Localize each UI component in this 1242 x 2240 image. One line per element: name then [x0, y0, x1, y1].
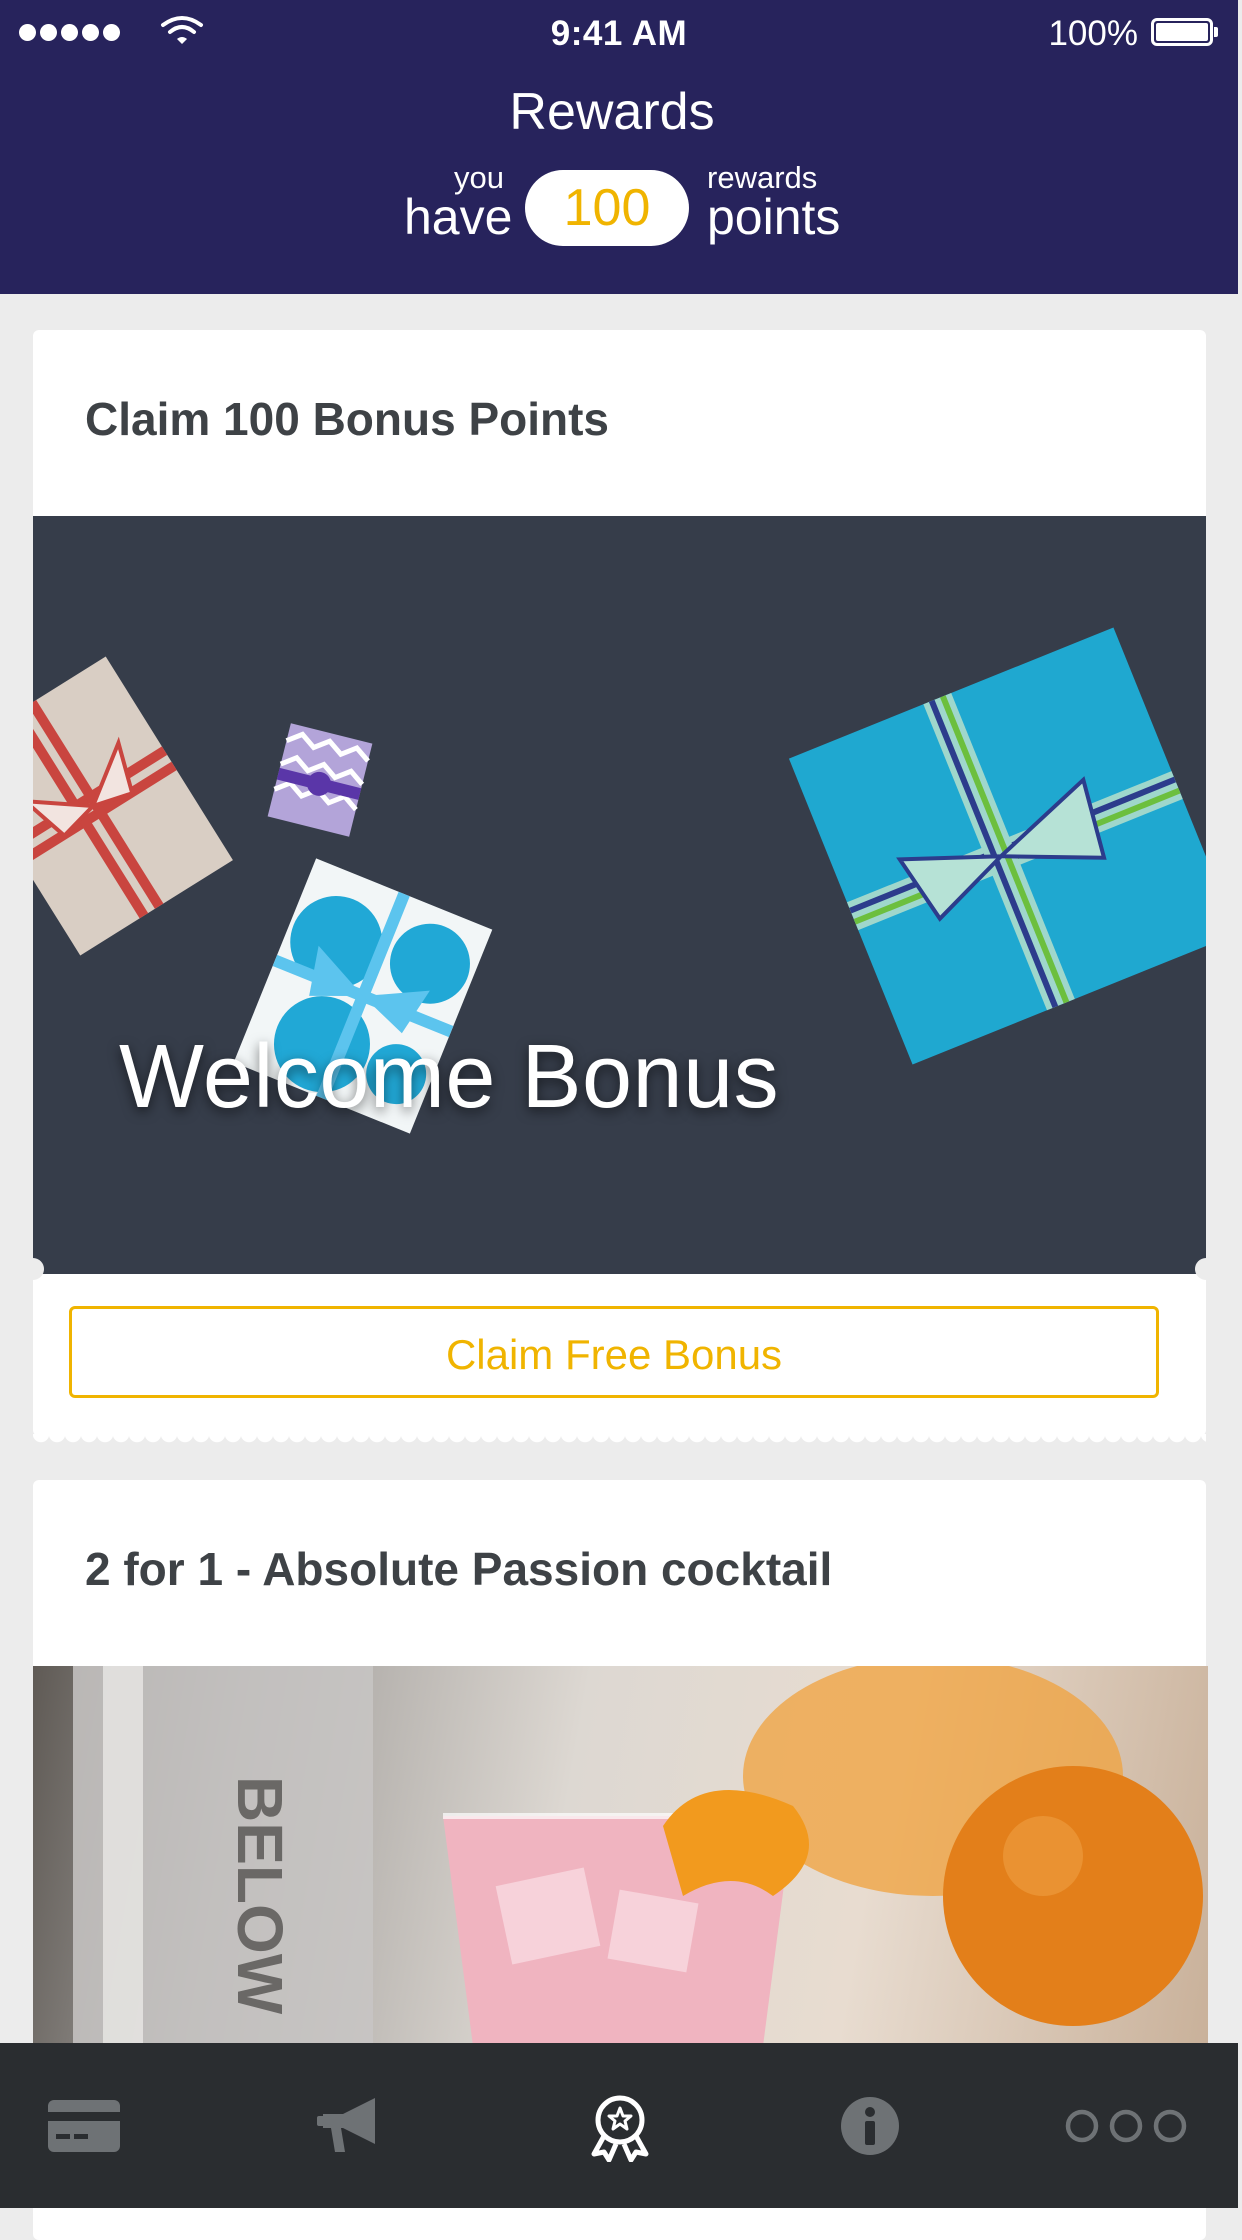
card-title: Claim 100 Bonus Points: [85, 393, 610, 445]
tab-announcements[interactable]: [272, 2043, 432, 2208]
tab-card[interactable]: [4, 2043, 164, 2208]
ticket-notch: [22, 1258, 44, 1280]
more-icon: [1065, 2109, 1187, 2142]
gift-boxes-illustration: [33, 627, 1206, 1134]
points-label: points: [707, 189, 841, 245]
battery-percentage: 100%: [1048, 14, 1138, 53]
status-bar: 9:41 AM 100%: [0, 0, 1238, 66]
tab-info[interactable]: [790, 2043, 950, 2208]
reward-card-welcome-bonus[interactable]: Claim 100 Bonus Points Welcome Bonus Cla…: [22, 330, 1217, 1446]
header: 9:41 AM 100% Rewards you have 100 reward…: [0, 0, 1238, 294]
have-label: have: [404, 189, 513, 245]
card-title: 2 for 1 - Absolute Passion cocktail: [85, 1543, 833, 1595]
tab-rewards[interactable]: [540, 2043, 700, 2208]
welcome-bonus-text: Welcome Bonus: [119, 1027, 780, 1127]
cocktail-photo: BELOW: [73, 1666, 1203, 2046]
welcome-bonus-image: Welcome Bonus: [33, 516, 1206, 1274]
ticket-notch: [1195, 1258, 1217, 1280]
points-balance: 100: [525, 170, 689, 246]
tab-bar: [0, 2043, 1238, 2208]
info-icon: [841, 2096, 899, 2155]
rewards-badge-icon: [591, 2095, 649, 2162]
card-icon: [48, 2099, 120, 2152]
battery-icon: [1151, 18, 1218, 46]
points-suffix: rewards points: [707, 162, 841, 245]
ticket-edge: [33, 1434, 1206, 1446]
points-summary: you have 100 rewards points: [0, 162, 1238, 252]
points-prefix: you have: [404, 162, 513, 245]
claim-free-bonus-button[interactable]: Claim Free Bonus: [69, 1306, 1159, 1398]
page-title: Rewards: [509, 83, 715, 141]
megaphone-icon: [317, 2097, 375, 2152]
bottle-label-text: BELOW: [224, 1776, 296, 2015]
cocktail-image: BELOW: [33, 1666, 1208, 2046]
tab-more[interactable]: [1046, 2043, 1206, 2208]
